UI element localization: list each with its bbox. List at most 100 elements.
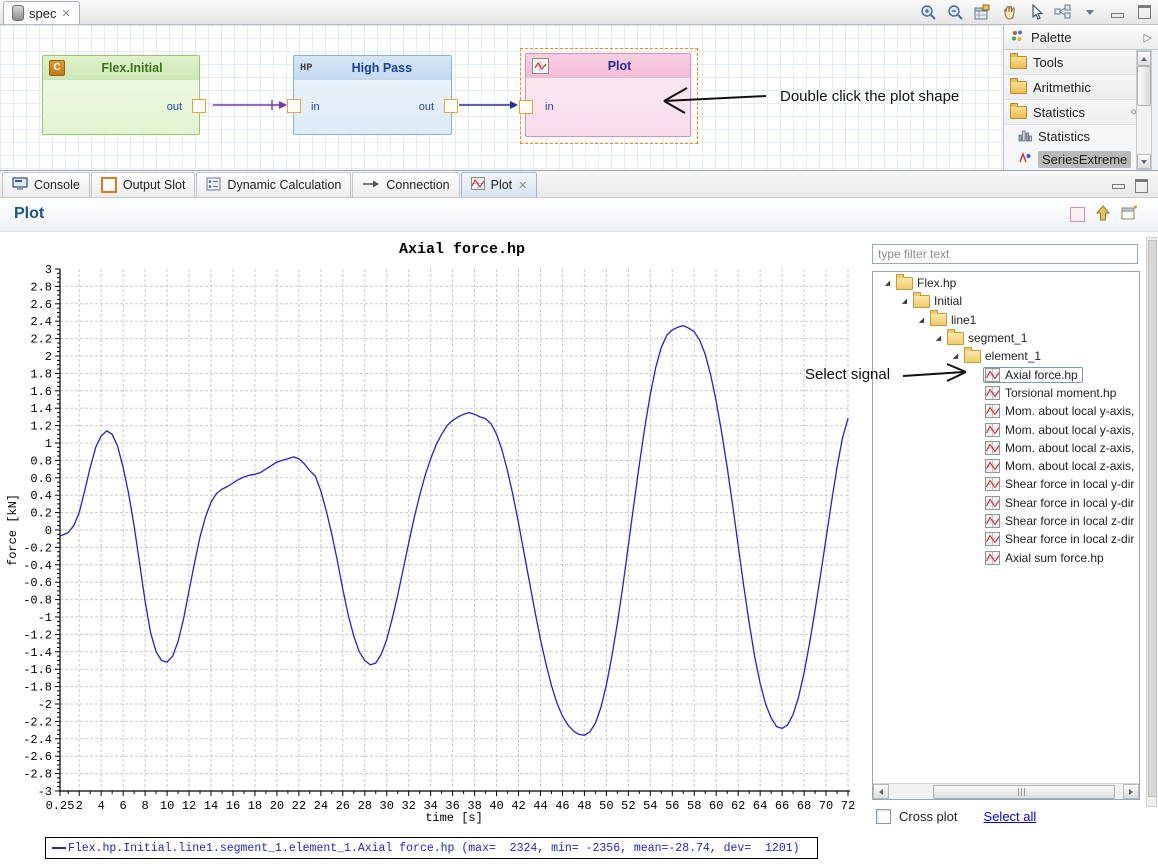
svg-text:force [kN]: force [kN] [6, 494, 20, 566]
output-port[interactable] [192, 99, 206, 113]
select-all-link[interactable]: Select all [984, 809, 1037, 824]
maximize-panel-icon[interactable] [1135, 179, 1148, 193]
input-port[interactable] [519, 100, 533, 114]
svg-text:42: 42 [511, 799, 525, 813]
signal-plot-icon [985, 441, 1000, 455]
move-up-icon[interactable] [1096, 205, 1110, 224]
tree-item-signal[interactable]: Axial sum force.hp [873, 548, 1139, 566]
palette-item-statistics[interactable]: Statistics [1004, 125, 1136, 148]
palette-group-aritmethic[interactable]: Aritmethic [1004, 75, 1142, 100]
vertical-scrollbar[interactable] [1146, 237, 1157, 807]
block-high-pass[interactable]: HP High Pass in out [293, 55, 452, 135]
svg-text:-2: -2 [38, 698, 52, 712]
cross-plot-checkbox[interactable] [876, 809, 891, 824]
output-port[interactable] [444, 99, 458, 113]
palette-scrollbar[interactable] [1136, 50, 1152, 170]
tree-item-label: Shear force in local z-dir [1005, 532, 1134, 546]
block-flex-initial[interactable]: C Flex.Initial out [42, 55, 200, 135]
port-label-in: in [545, 101, 554, 113]
palette-group-statistics[interactable]: Statistics [1004, 100, 1142, 125]
block-plot[interactable]: Plot in [525, 53, 691, 137]
svg-text:44: 44 [533, 799, 547, 813]
signal-plot-icon [985, 496, 1000, 510]
tree-item-signal[interactable]: Axial force.hp [873, 365, 1139, 383]
tree-folder-flex-hp[interactable]: Flex.hp [873, 274, 1139, 292]
signal-list: Axial force.hpTorsional moment.hpMom. ab… [873, 365, 1139, 566]
zoom-out-icon[interactable] [945, 3, 965, 21]
tree-item-signal[interactable]: Shear force in local z-dir [873, 530, 1139, 548]
svg-text:24: 24 [314, 799, 328, 813]
block-title: High Pass [319, 61, 445, 75]
tab-spec[interactable]: spec [3, 1, 80, 24]
input-port[interactable] [287, 99, 301, 113]
select-cursor-icon[interactable] [1026, 3, 1046, 21]
palette-flyout-icon[interactable] [1144, 31, 1152, 44]
tree-folder-element-1[interactable]: element_1 [873, 347, 1139, 365]
scrollbar-thumb[interactable] [1137, 66, 1151, 106]
legend-text: Flex.hp.Initial.line1.segment_1.element_… [68, 842, 800, 855]
tree-folder-line1[interactable]: line1 [873, 311, 1139, 329]
scrollbar-thumb[interactable] [933, 785, 1115, 799]
filter-input[interactable] [872, 244, 1138, 264]
plot-color-swatch-icon[interactable] [1070, 207, 1085, 222]
tree-folder-segment-1[interactable]: segment_1 [873, 329, 1139, 347]
svg-text:-1.8: -1.8 [23, 681, 52, 695]
expanded-arrow-icon[interactable] [917, 316, 926, 324]
close-tab-icon[interactable] [61, 7, 70, 20]
tree-item-signal[interactable]: Shear force in local y-dir [873, 475, 1139, 493]
scroll-down-icon[interactable] [1137, 154, 1151, 169]
tree-horizontal-scrollbar[interactable] [873, 783, 1139, 799]
maximize-editor-icon[interactable] [1134, 3, 1154, 21]
minimize-panel-icon[interactable] [1112, 184, 1125, 189]
close-tab-icon[interactable] [518, 179, 527, 192]
tree-item-label: Shear force in local y-dir [1005, 477, 1134, 491]
panel-window-buttons [1112, 179, 1158, 197]
port-label-out: out [167, 101, 182, 113]
svg-text:-0.6: -0.6 [23, 576, 52, 590]
scroll-right-icon[interactable] [1123, 784, 1139, 799]
snapshot-icon[interactable] [972, 3, 992, 21]
plot-tab-icon [471, 177, 485, 193]
console-icon [12, 177, 28, 194]
tab-console[interactable]: Console [2, 172, 90, 197]
tree-item-signal[interactable]: Mom. about local y-axis, [873, 402, 1139, 420]
tab-plot[interactable]: Plot [461, 172, 538, 197]
expanded-arrow-icon[interactable] [883, 279, 892, 287]
new-view-icon[interactable] [1121, 205, 1138, 224]
folder-icon [930, 313, 947, 326]
svg-text:16: 16 [226, 799, 240, 813]
tree-item-signal[interactable]: Shear force in local z-dir [873, 512, 1139, 530]
expanded-arrow-icon[interactable] [934, 334, 943, 342]
scrollbar-thumb[interactable] [1148, 240, 1157, 797]
tree-item-signal[interactable]: Shear force in local y-dir [873, 494, 1139, 512]
pan-hand-icon[interactable] [999, 3, 1019, 21]
tab-connection[interactable]: Connection [352, 172, 459, 197]
statistics-bars-icon [1018, 129, 1032, 145]
svg-text:10: 10 [160, 799, 174, 813]
minimize-editor-icon[interactable] [1107, 3, 1127, 21]
tree-item-signal[interactable]: Mom. about local y-axis, [873, 420, 1139, 438]
block-flex-header: C Flex.Initial [43, 56, 199, 80]
palette-group-tools[interactable]: Tools [1004, 50, 1142, 75]
palette-item-seriesextreme[interactable]: SeriesExtreme [1004, 148, 1136, 170]
block-hp-header: HP High Pass [294, 56, 451, 80]
svg-text:20: 20 [270, 799, 284, 813]
diagram-editor-area: spec [0, 0, 1158, 170]
signal-browser-panel: Flex.hp Initial line1 segment_1 [872, 244, 1140, 844]
zoom-in-icon[interactable] [918, 3, 938, 21]
palette-header[interactable]: Palette [1004, 25, 1158, 50]
tree-item-signal[interactable]: Mom. about local z-axis, [873, 439, 1139, 457]
tab-output-slot[interactable]: Output Slot [91, 172, 196, 197]
tree-item-signal[interactable]: Mom. about local z-axis, [873, 457, 1139, 475]
expanded-arrow-icon[interactable] [951, 352, 960, 360]
scroll-up-icon[interactable] [1137, 51, 1151, 66]
expanded-arrow-icon[interactable] [900, 297, 909, 305]
tree-folder-initial[interactable]: Initial [873, 292, 1139, 310]
scroll-left-icon[interactable] [873, 784, 889, 799]
palette-item-label: Statistics [1038, 129, 1090, 144]
view-menu-chevron-icon[interactable] [1080, 3, 1100, 21]
svg-text:14: 14 [204, 799, 218, 813]
marquee-nodes-icon[interactable] [1053, 3, 1073, 21]
tab-dynamic-calculation[interactable]: Dynamic Calculation [196, 172, 351, 197]
tree-item-signal[interactable]: Torsional moment.hp [873, 384, 1139, 402]
